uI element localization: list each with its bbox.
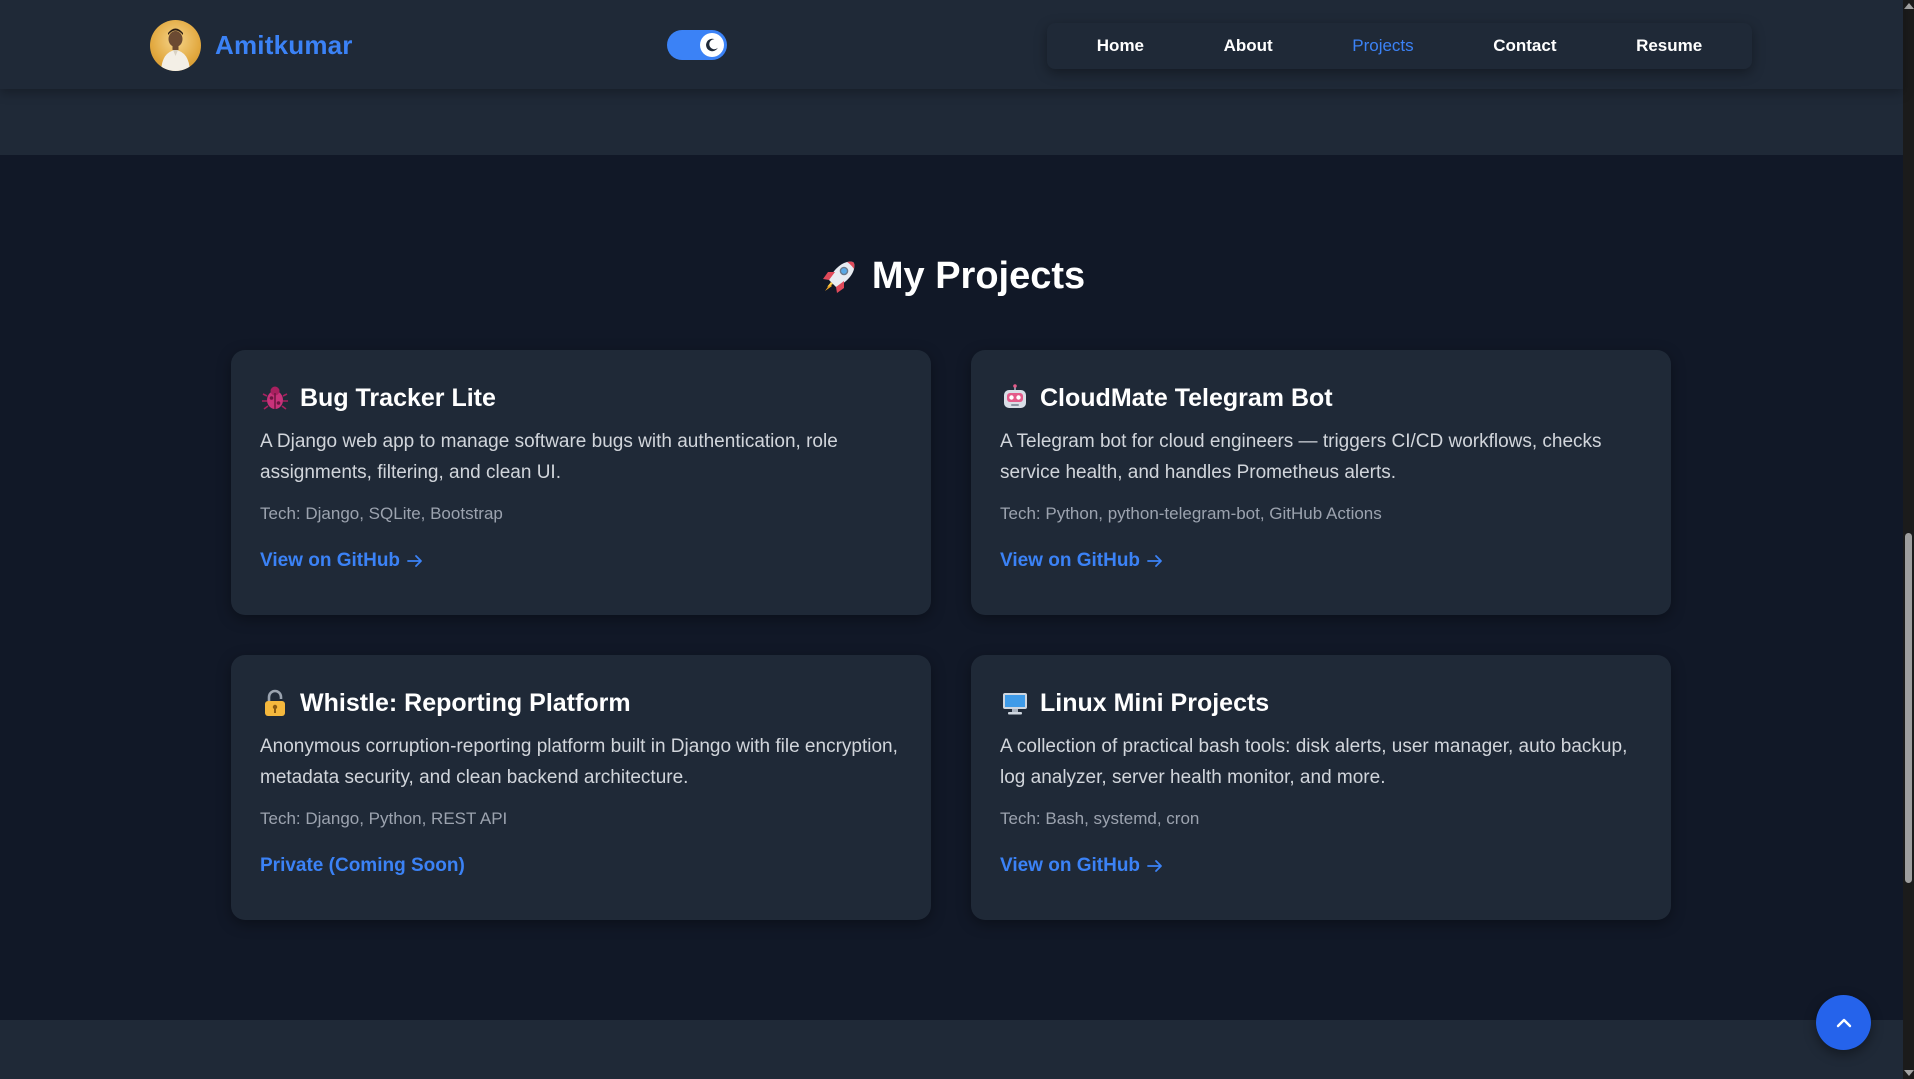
arrow-right-icon (1147, 860, 1162, 872)
card-description: A Django web app to manage software bugs… (260, 431, 838, 483)
nav-about[interactable]: About (1224, 36, 1273, 56)
arrow-right-icon (1147, 555, 1162, 567)
card-title: CloudMate Telegram Bot (1000, 380, 1642, 416)
nav-contact[interactable]: Contact (1493, 36, 1556, 56)
card-title-text: Linux Mini Projects (1040, 688, 1270, 717)
avatar (150, 19, 201, 71)
page: Amitkumar Home About Projects Contact Re… (0, 0, 1914, 1079)
navbar: Amitkumar Home About Projects Contact Re… (0, 0, 1903, 89)
github-link[interactable]: View on GitHub (1000, 855, 1164, 877)
github-link[interactable]: View on GitHub (1000, 550, 1164, 572)
card-description: A Telegram bot for cloud engineers — tri… (1000, 431, 1602, 483)
lock-icon (265, 689, 285, 716)
chevron-up-icon (1836, 1018, 1851, 1027)
nav-resume[interactable]: Resume (1636, 36, 1702, 56)
card-title: Whistle: Reporting Platform (260, 685, 902, 721)
robot-icon (1004, 384, 1026, 408)
card-title-text: Bug Tracker Lite (300, 383, 496, 412)
projects-section: My Projects Bug Tracker Lite A Django we… (0, 155, 1903, 1020)
card-tech: Tech: Django, Python, REST API (260, 809, 508, 828)
card-tech: Tech: Django, SQLite, Bootstrap (260, 504, 503, 523)
previous-section-tail (0, 89, 1903, 155)
link-label: View on GitHub (1000, 855, 1141, 876)
project-card: CloudMate Telegram Bot A Telegram bot fo… (971, 350, 1671, 615)
scrollbar[interactable] (1903, 0, 1914, 1079)
card-title: Linux Mini Projects (1000, 685, 1642, 721)
link-label: View on GitHub (1000, 550, 1141, 571)
nav-home[interactable]: Home (1097, 36, 1144, 56)
scroll-down-arrow[interactable] (1904, 1070, 1914, 1076)
scroll-up-arrow[interactable] (1904, 3, 1914, 9)
project-card: Linux Mini Projects A collection of prac… (971, 655, 1671, 920)
nav-projects[interactable]: Projects (1352, 36, 1413, 56)
private-link[interactable]: Private (Coming Soon) (260, 855, 465, 877)
card-title-text: Whistle: Reporting Platform (300, 688, 631, 717)
rocket-icon (822, 261, 855, 293)
main-nav: Home About Projects Contact Resume (1047, 23, 1752, 69)
brand[interactable]: Amitkumar (150, 19, 353, 71)
scroll-thumb[interactable] (1905, 533, 1912, 883)
card-description: Anonymous corruption-reporting platform … (260, 736, 898, 788)
section-title-text: My Projects (871, 255, 1086, 297)
card-tech: Tech: Python, python-telegram-bot, GitHu… (1000, 504, 1382, 523)
moon-icon (706, 38, 718, 52)
section-title: My Projects (0, 255, 1903, 298)
computer-icon (1003, 693, 1027, 715)
arrow-right-icon (407, 555, 422, 567)
next-section-band (0, 1020, 1903, 1079)
toggle-knob (700, 33, 724, 57)
card-title: Bug Tracker Lite (260, 380, 902, 416)
card-title-text: CloudMate Telegram Bot (1040, 383, 1333, 412)
link-label: View on GitHub (260, 550, 401, 571)
link-label: Private (Coming Soon) (260, 855, 465, 876)
github-link[interactable]: View on GitHub (260, 550, 424, 572)
brand-name: Amitkumar (215, 29, 353, 60)
card-tech: Tech: Bash, systemd, cron (1000, 809, 1200, 828)
bug-icon (262, 386, 288, 410)
back-to-top-button[interactable] (1816, 995, 1871, 1050)
project-card: Bug Tracker Lite A Django web app to man… (231, 350, 931, 615)
project-card: Whistle: Reporting Platform Anonymous co… (231, 655, 931, 920)
theme-toggle[interactable] (667, 30, 727, 60)
card-description: A collection of practical bash tools: di… (1000, 736, 1628, 788)
